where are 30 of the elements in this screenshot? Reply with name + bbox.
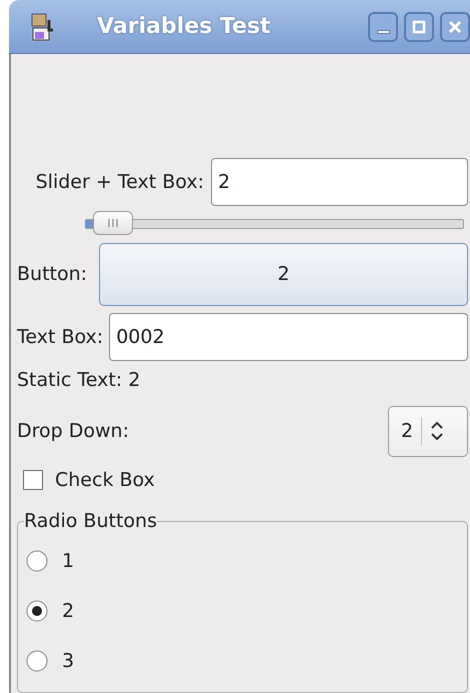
radio-button[interactable] bbox=[26, 600, 48, 622]
checkbox[interactable] bbox=[23, 470, 43, 490]
maximize-button[interactable] bbox=[404, 12, 434, 42]
slider-track[interactable] bbox=[85, 211, 464, 234]
up-down-chevron-icon bbox=[430, 420, 444, 442]
window-title: Variables Test bbox=[97, 14, 272, 39]
button-label: Button: bbox=[17, 263, 88, 286]
text-box-label: Text Box: bbox=[17, 326, 104, 348]
value-button[interactable]: 2 bbox=[99, 242, 468, 306]
minimize-button[interactable] bbox=[368, 12, 398, 42]
static-text: Static Text: 2 bbox=[17, 368, 140, 391]
close-button[interactable] bbox=[440, 12, 470, 42]
drop-down-label: Drop Down: bbox=[17, 420, 129, 442]
radio-button[interactable] bbox=[26, 650, 48, 672]
maximize-icon bbox=[411, 18, 427, 34]
radio-button[interactable] bbox=[26, 550, 48, 572]
grip-icon bbox=[106, 219, 119, 227]
text-field[interactable]: 0002 bbox=[109, 312, 468, 361]
radio-label: 2 bbox=[62, 600, 74, 622]
drop-down-value: 2 bbox=[401, 420, 414, 442]
slider-label: Slider + Text Box: bbox=[36, 171, 204, 193]
slider-text-field[interactable]: 2 bbox=[211, 158, 468, 206]
drop-down[interactable]: 2 bbox=[388, 406, 468, 457]
radio-label: 1 bbox=[62, 550, 74, 572]
radio-group-title: Radio Buttons bbox=[24, 510, 157, 532]
slider-thumb[interactable] bbox=[92, 211, 133, 235]
checkbox-label: Check Box bbox=[55, 469, 155, 492]
radio-label: 3 bbox=[62, 650, 74, 672]
minimize-icon bbox=[376, 30, 390, 34]
close-icon bbox=[447, 18, 463, 34]
